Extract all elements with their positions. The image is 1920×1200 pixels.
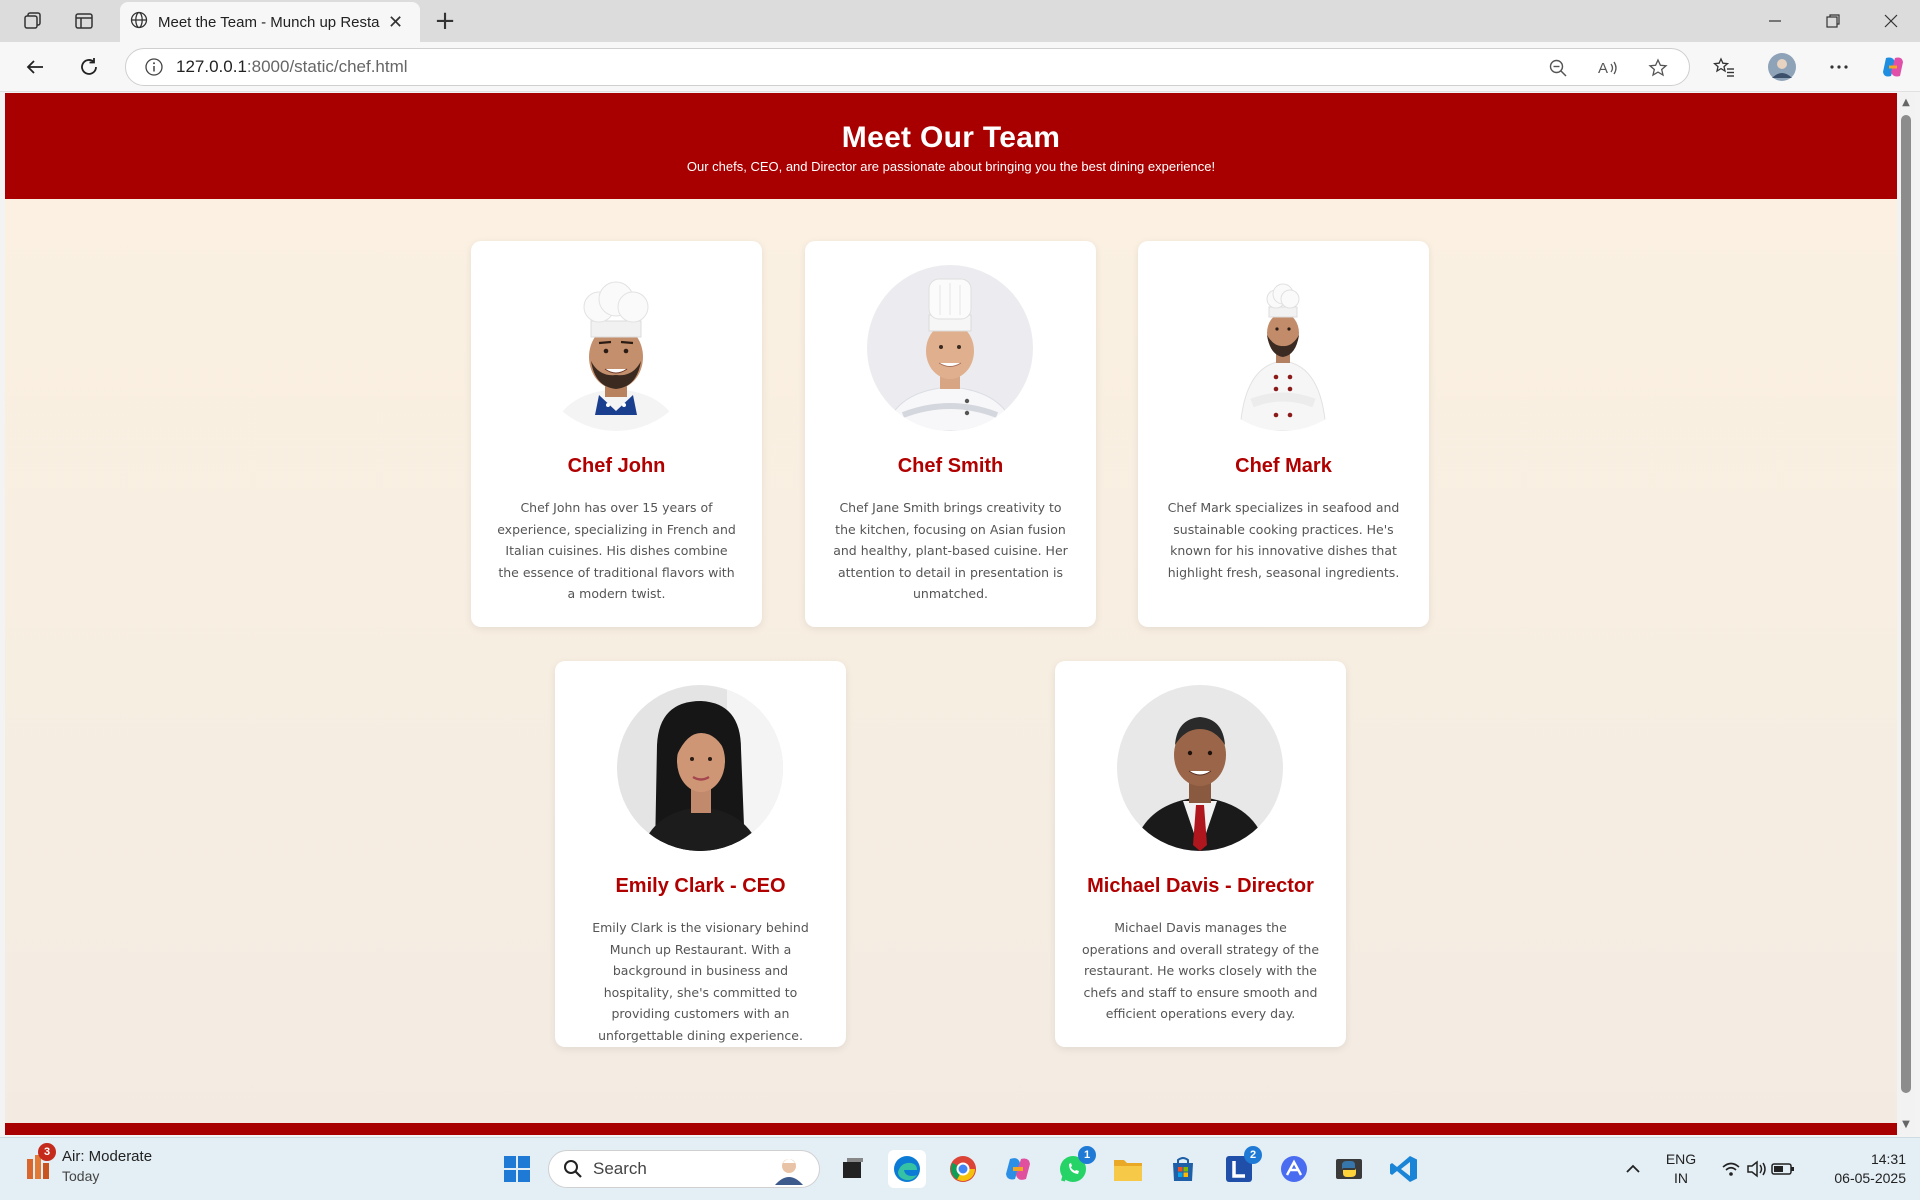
team-card-chef-smith: Chef Smith Chef Jane Smith brings creati…: [805, 241, 1096, 627]
address-bar[interactable]: 127.0.0.1:8000/static/chef.html A: [125, 48, 1690, 86]
read-aloud-icon[interactable]: A: [1596, 57, 1620, 79]
browser-tabbar: Meet the Team - Munch up Restaurant ✕ +: [0, 0, 1920, 42]
team-member-bio: Chef John has over 15 years of experienc…: [497, 500, 736, 601]
l-app-badge: 2: [1244, 1146, 1262, 1164]
edge-taskbar-icon[interactable]: [888, 1150, 926, 1188]
microsoft-store-icon[interactable]: [1164, 1150, 1202, 1188]
weather-subtitle: Today: [62, 1168, 100, 1184]
globe-icon: [130, 11, 148, 33]
scroll-down-arrow-icon[interactable]: ▼: [1900, 1119, 1912, 1131]
python-icon[interactable]: [1330, 1150, 1368, 1188]
whatsapp-badge: 1: [1078, 1146, 1096, 1164]
team-member-bio: Michael Davis manages the operations and…: [1081, 920, 1320, 1021]
profile-avatar[interactable]: [1765, 50, 1799, 84]
windows-start-icon[interactable]: [498, 1150, 536, 1188]
back-button[interactable]: [18, 50, 52, 84]
team-card-chef-john: Chef John Chef John has over 15 years of…: [471, 241, 762, 627]
search-highlight-icon: [769, 1155, 809, 1185]
favorites-icon[interactable]: [1707, 50, 1741, 84]
whatsapp-icon[interactable]: 1: [1054, 1146, 1096, 1188]
team-card-emily-clark: Emily Clark - CEO Emily Clark is the vis…: [555, 661, 846, 1047]
michael-davis-photo: [1117, 685, 1283, 851]
more-options-icon[interactable]: [1822, 50, 1856, 84]
show-hidden-icons-chevron[interactable]: [1614, 1150, 1652, 1188]
chef-smith-photo: [867, 265, 1033, 431]
team-card-michael-davis: Michael Davis - Director Michael Davis m…: [1055, 661, 1346, 1047]
task-view-icon[interactable]: [833, 1150, 871, 1188]
minimize-button[interactable]: [1746, 0, 1804, 42]
new-tab-button[interactable]: +: [430, 6, 460, 36]
copilot-taskbar-icon[interactable]: [999, 1150, 1037, 1188]
browser-toolbar: 127.0.0.1:8000/static/chef.html A: [0, 42, 1920, 92]
chef-mark-photo: [1200, 265, 1366, 431]
search-icon: [563, 1159, 583, 1179]
site-info-icon[interactable]: [144, 57, 164, 77]
emily-clark-photo: [617, 685, 783, 851]
page-subtitle: Our chefs, CEO, and Director are passion…: [686, 159, 1216, 174]
weather-widget[interactable]: 3 Air: Moderate Today: [24, 1143, 153, 1184]
chef-john-photo: [533, 265, 699, 431]
page-footer-bar: [5, 1123, 1897, 1135]
file-explorer-icon[interactable]: [1109, 1150, 1147, 1188]
scrollbar-thumb[interactable]: [1901, 115, 1911, 1093]
team-member-bio: Emily Clark is the visionary behind Munc…: [592, 920, 809, 1043]
copilot-icon[interactable]: [1876, 50, 1910, 84]
team-member-name: Chef Smith: [897, 455, 1004, 477]
tab-title: Meet the Team - Munch up Restaurant: [158, 13, 380, 31]
team-member-name: Chef Mark: [1235, 455, 1332, 477]
windows-taskbar: 3 Air: Moderate Today Search 1 2 ENG IN …: [0, 1137, 1920, 1200]
vertical-tabs-icon[interactable]: [67, 6, 101, 36]
scroll-up-arrow-icon[interactable]: ▲: [1900, 97, 1912, 109]
battery-icon[interactable]: [1764, 1150, 1802, 1188]
team-member-name: Chef John: [567, 455, 666, 477]
close-window-button[interactable]: [1862, 0, 1920, 42]
vscode-icon[interactable]: [1385, 1150, 1423, 1188]
page-title: Meet Our Team: [841, 121, 1061, 154]
team-member-bio: Chef Jane Smith brings creativity to the…: [833, 500, 1068, 601]
clock[interactable]: 14:31 06-05-2025: [1810, 1150, 1906, 1188]
url-text: 127.0.0.1:8000/static/chef.html: [176, 57, 408, 76]
browser-tab-active[interactable]: Meet the Team - Munch up Restaurant ✕: [120, 2, 420, 42]
page-header: Meet Our Team Our chefs, CEO, and Direct…: [5, 93, 1897, 199]
zoom-out-icon[interactable]: [1546, 57, 1570, 79]
page-viewport: Meet Our Team Our chefs, CEO, and Direct…: [5, 93, 1897, 1135]
page-scrollbar[interactable]: ▲ ▼: [1897, 93, 1915, 1135]
triangle-app-icon[interactable]: [1275, 1150, 1313, 1188]
workspaces-icon[interactable]: [16, 6, 50, 36]
air-quality-icon: 3: [24, 1143, 56, 1181]
search-label: Search: [593, 1159, 647, 1178]
restore-button[interactable]: [1804, 0, 1862, 42]
l-app-icon[interactable]: 2: [1220, 1146, 1262, 1188]
language-indicator[interactable]: ENG IN: [1658, 1150, 1704, 1188]
taskbar-search[interactable]: Search: [548, 1150, 820, 1188]
refresh-button[interactable]: [72, 50, 106, 84]
team-card-chef-mark: Chef Mark Chef Mark specializes in seafo…: [1138, 241, 1429, 627]
chrome-icon[interactable]: [944, 1150, 982, 1188]
favorite-star-icon[interactable]: [1646, 57, 1670, 79]
svg-text:A: A: [1598, 60, 1608, 77]
team-member-name: Michael Davis - Director: [1087, 875, 1314, 897]
team-member-name: Emily Clark - CEO: [615, 875, 786, 897]
team-member-bio: Chef Mark specializes in seafood and sus…: [1167, 500, 1400, 580]
weather-title: Air: Moderate: [62, 1148, 153, 1165]
weather-badge: 3: [38, 1143, 56, 1161]
close-tab-icon[interactable]: ✕: [388, 12, 403, 33]
